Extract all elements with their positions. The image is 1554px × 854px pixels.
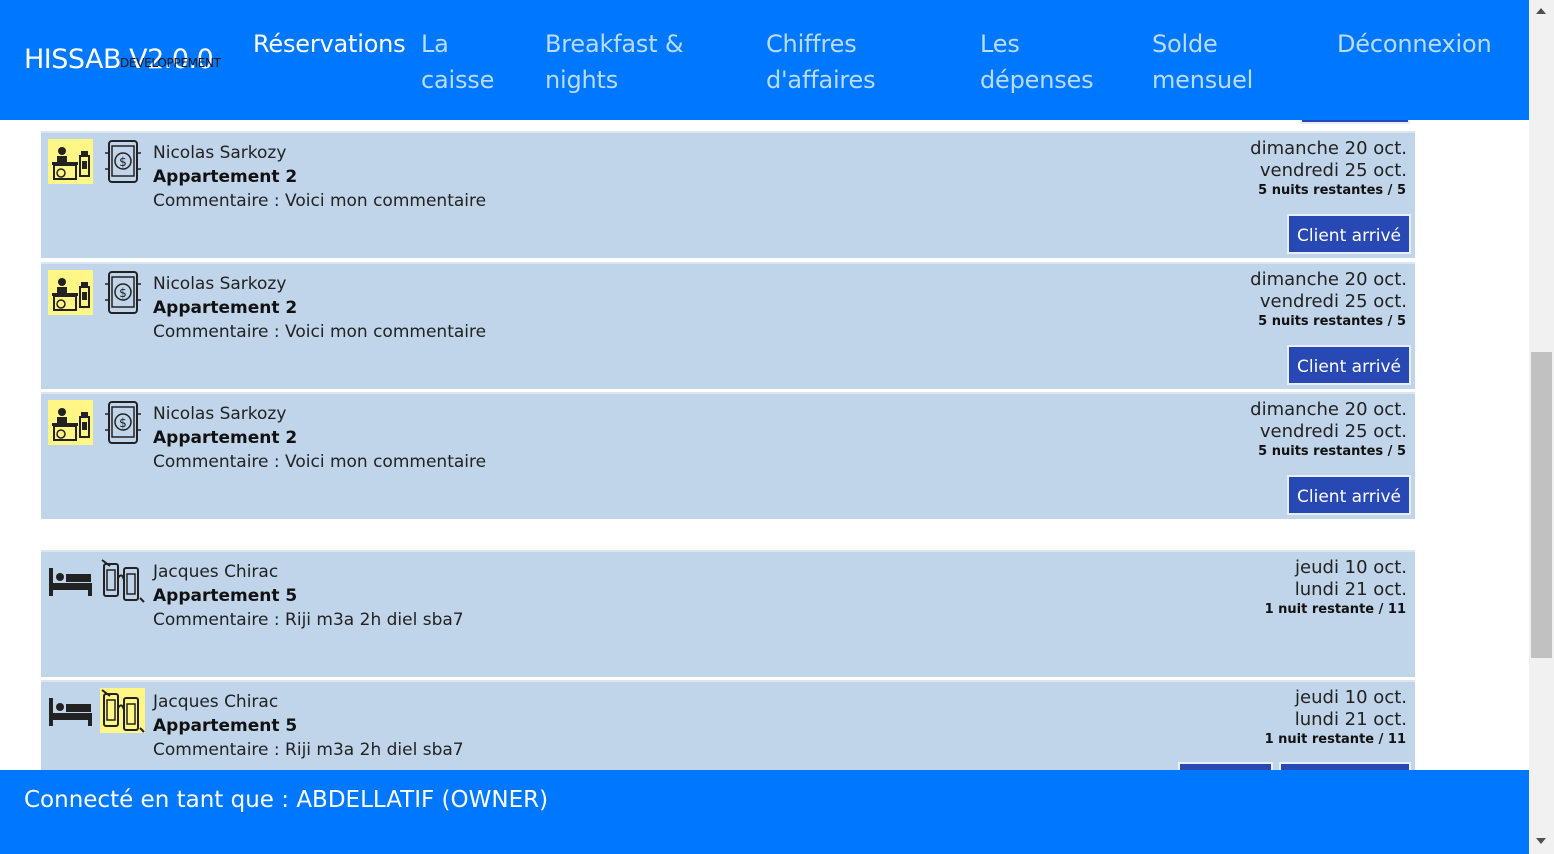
date-end: vendredi 25 oct. [1259,421,1407,442]
guest-name: Nicolas Sarkozy [153,404,287,424]
reservation-card: Jacques Chirac Appartement 5 Commentaire… [41,552,1415,677]
nav-solde-mensuel[interactable]: Solde mensuel [1152,26,1262,98]
scroll-up-icon[interactable] [1536,8,1546,14]
reservation-card: $ Nicolas Sarkozy Appartement 2 Commenta… [41,394,1415,519]
nights-remaining: 1 nuit restante / 11 [1264,732,1406,747]
status-footer: Connecté en tant que : ABDELLATIF (OWNER… [0,770,1529,854]
cash-payment-icon [100,688,145,733]
apartment-name: Appartement 5 [153,586,298,606]
client-arrived-button[interactable]: Client arrivé [1287,345,1411,385]
reservation-comment: Commentaire : Riji m3a 2h diel sba7 [153,610,464,630]
guest-name: Nicolas Sarkozy [153,274,287,294]
nav-depenses[interactable]: Les dépenses [980,26,1110,98]
mobile-payment-icon: $ [103,400,148,445]
top-navbar: HISSAB V2.0.0 DEVELOPPEMENT Réservations… [0,0,1529,120]
date-start: dimanche 20 oct. [1250,399,1407,420]
nights-remaining: 1 nuit restante / 11 [1264,602,1406,617]
bed-icon [48,688,93,733]
guest-name: Jacques Chirac [153,692,279,712]
date-end: vendredi 25 oct. [1259,291,1407,312]
nav-chiffres-affaires[interactable]: Chiffres d'affaires [766,26,896,98]
apartment-name: Appartement 2 [153,428,298,448]
nav-la-caisse[interactable]: La caisse [421,26,511,98]
reservation-comment: Commentaire : Voici mon commentaire [153,322,487,342]
apartment-name: Appartement 2 [153,167,298,187]
reservation-card: $ Nicolas Sarkozy Appartement 2 Commenta… [41,133,1415,258]
svg-text:$: $ [119,155,127,169]
guest-name: Jacques Chirac [153,562,279,582]
date-start: jeudi 10 oct. [1295,687,1407,708]
scroll-down-icon[interactable] [1536,838,1546,844]
nights-remaining: 5 nuits restantes / 5 [1258,183,1406,198]
date-start: dimanche 20 oct. [1250,269,1407,290]
date-end: lundi 21 oct. [1294,709,1407,730]
reception-desk-icon [48,400,93,445]
svg-text:$: $ [119,286,127,300]
reservation-card: $ Nicolas Sarkozy Appartement 2 Commenta… [41,264,1415,389]
reception-desk-icon [48,139,93,184]
nights-remaining: 5 nuits restantes / 5 [1258,314,1406,329]
date-end: vendredi 25 oct. [1259,160,1407,181]
guest-name: Nicolas Sarkozy [153,143,287,163]
environment-label: DEVELOPPEMENT [120,56,221,70]
reservation-comment: Commentaire : Voici mon commentaire [153,191,487,211]
apartment-name: Appartement 2 [153,298,298,318]
reception-desk-icon [48,270,93,315]
nights-remaining: 5 nuits restantes / 5 [1258,444,1406,459]
logged-in-user: Connecté en tant que : ABDELLATIF (OWNER… [24,787,549,813]
client-arrived-button[interactable]: Client arrivé [1287,214,1411,254]
reservation-comment: Commentaire : Voici mon commentaire [153,452,487,472]
mobile-payment-icon: $ [103,139,148,184]
date-end: lundi 21 oct. [1294,579,1407,600]
nav-reservations[interactable]: Réservations [253,26,406,62]
nav-breakfast-nights[interactable]: Breakfast & nights [545,26,705,98]
nav-deconnexion[interactable]: Déconnexion [1337,26,1492,62]
svg-text:$: $ [119,416,127,430]
cash-payment-icon [100,558,145,603]
date-start: jeudi 10 oct. [1295,557,1407,578]
scrollbar-thumb[interactable] [1531,352,1552,658]
mobile-payment-icon: $ [103,270,148,315]
client-arrived-button[interactable]: Client arrivé [1287,475,1411,515]
apartment-name: Appartement 5 [153,716,298,736]
bed-icon [48,558,93,603]
date-start: dimanche 20 oct. [1250,138,1407,159]
reservation-comment: Commentaire : Riji m3a 2h diel sba7 [153,740,464,760]
